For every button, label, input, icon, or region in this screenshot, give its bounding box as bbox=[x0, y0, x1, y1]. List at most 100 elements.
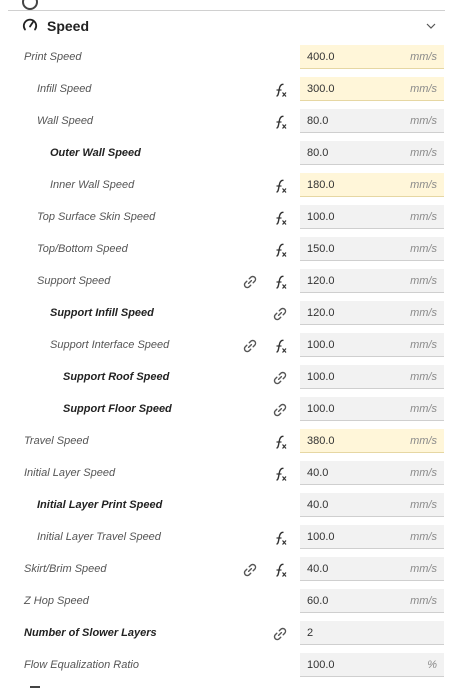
skirt-brim-speed-input[interactable]: 40.0 mm/s bbox=[300, 557, 444, 581]
input-value: 100.0 bbox=[307, 339, 335, 351]
link-icon[interactable] bbox=[241, 337, 259, 355]
input-value: 180.0 bbox=[307, 179, 335, 191]
input-value: 120.0 bbox=[307, 275, 335, 287]
input-unit: mm/s bbox=[410, 467, 437, 479]
input-unit: mm/s bbox=[410, 179, 437, 191]
setting-label: Print Speed bbox=[24, 51, 82, 63]
inner-wall-speed-input[interactable]: 180.0 mm/s bbox=[300, 173, 444, 197]
input-value: 300.0 bbox=[307, 83, 335, 95]
setting-label: Z Hop Speed bbox=[24, 595, 89, 607]
input-value: 100.0 bbox=[307, 211, 335, 223]
function-icon[interactable] bbox=[271, 529, 289, 547]
input-unit: mm/s bbox=[410, 595, 437, 607]
infill-speed-input[interactable]: 300.0 mm/s bbox=[300, 77, 444, 101]
input-unit: mm/s bbox=[410, 563, 437, 575]
setting-row-initial-layer-speed: Initial Layer Speed 40.0 mm/s bbox=[0, 458, 453, 490]
input-unit: mm/s bbox=[410, 499, 437, 511]
link-icon[interactable] bbox=[271, 369, 289, 387]
input-value: 40.0 bbox=[307, 467, 329, 479]
input-unit: mm/s bbox=[410, 435, 437, 447]
setting-row-support-roof-speed: Support Roof Speed 100.0 mm/s bbox=[0, 362, 453, 394]
initial-layer-travel-speed-input[interactable]: 100.0 mm/s bbox=[300, 525, 444, 549]
input-unit: mm/s bbox=[410, 147, 437, 159]
setting-row-support-infill-speed: Support Infill Speed 120.0 mm/s bbox=[0, 298, 453, 330]
input-value: 400.0 bbox=[307, 51, 335, 63]
function-icon[interactable] bbox=[271, 337, 289, 355]
setting-label: Outer Wall Speed bbox=[50, 147, 141, 159]
input-value: 2 bbox=[307, 627, 314, 639]
number-of-slower-layers-input[interactable]: 2 bbox=[300, 621, 444, 645]
setting-row-outer-wall-speed: Outer Wall Speed 80.0 mm/s bbox=[0, 138, 453, 170]
input-value: 80.0 bbox=[307, 147, 329, 159]
function-icon[interactable] bbox=[271, 465, 289, 483]
input-unit: mm/s bbox=[410, 51, 437, 63]
input-value: 150.0 bbox=[307, 243, 335, 255]
function-icon[interactable] bbox=[271, 273, 289, 291]
setting-label: Support Speed bbox=[37, 275, 111, 287]
link-icon[interactable] bbox=[241, 561, 259, 579]
setting-row-top-bottom-speed: Top/Bottom Speed 150.0 mm/s bbox=[0, 234, 453, 266]
input-value: 40.0 bbox=[307, 499, 329, 511]
settings-panel: Speed Print Speed 400.0 mm/s Infill Speed 30… bbox=[0, 0, 453, 692]
setting-row-travel-speed: Travel Speed 380.0 mm/s bbox=[0, 426, 453, 458]
setting-row-support-speed: Support Speed 120.0 mm/s bbox=[0, 266, 453, 298]
function-icon[interactable] bbox=[271, 241, 289, 259]
link-icon[interactable] bbox=[271, 625, 289, 643]
support-roof-speed-input[interactable]: 100.0 mm/s bbox=[300, 365, 444, 389]
z-hop-speed-input[interactable]: 60.0 mm/s bbox=[300, 589, 444, 613]
setting-label: Initial Layer Print Speed bbox=[37, 499, 163, 511]
input-unit: mm/s bbox=[410, 243, 437, 255]
support-interface-speed-input[interactable]: 100.0 mm/s bbox=[300, 333, 444, 357]
setting-row-top-surface-skin-speed: Top Surface Skin Speed 100.0 mm/s bbox=[0, 202, 453, 234]
setting-label: Support Infill Speed bbox=[50, 307, 154, 319]
initial-layer-print-speed-input[interactable]: 40.0 mm/s bbox=[300, 493, 444, 517]
top-bottom-speed-input[interactable]: 150.0 mm/s bbox=[300, 237, 444, 261]
input-unit: mm/s bbox=[410, 307, 437, 319]
setting-row-flow-equalization-ratio: Flow Equalization Ratio 100.0% bbox=[0, 650, 453, 682]
input-unit: mm/s bbox=[410, 115, 437, 127]
section-title: Speed bbox=[47, 18, 90, 34]
travel-speed-input[interactable]: 380.0 mm/s bbox=[300, 429, 444, 453]
setting-row-inner-wall-speed: Inner Wall Speed 180.0 mm/s bbox=[0, 170, 453, 202]
input-value: 100.0 bbox=[307, 371, 335, 383]
function-icon[interactable] bbox=[271, 81, 289, 99]
top-surface-skin-speed-input[interactable]: 100.0 mm/s bbox=[300, 205, 444, 229]
input-value: 100.0 bbox=[307, 531, 335, 543]
setting-label: Top Surface Skin Speed bbox=[37, 211, 156, 223]
setting-label: Number of Slower Layers bbox=[24, 627, 157, 639]
setting-label: Skirt/Brim Speed bbox=[24, 563, 107, 575]
setting-row-skirt-brim-speed: Skirt/Brim Speed 40.0 mm/s bbox=[0, 554, 453, 586]
link-icon[interactable] bbox=[271, 401, 289, 419]
input-unit: mm/s bbox=[410, 211, 437, 223]
flow-equalization-ratio-input[interactable]: 100.0% bbox=[300, 653, 444, 677]
function-icon[interactable] bbox=[271, 177, 289, 195]
setting-row-number-of-slower-layers: Number of Slower Layers 2 bbox=[0, 618, 453, 650]
setting-label: Top/Bottom Speed bbox=[37, 243, 128, 255]
outer-wall-speed-input[interactable]: 80.0 mm/s bbox=[300, 141, 444, 165]
input-value: 40.0 bbox=[307, 563, 329, 575]
setting-label: Support Interface Speed bbox=[50, 339, 170, 351]
input-unit: mm/s bbox=[410, 371, 437, 383]
support-floor-speed-input[interactable]: 100.0 mm/s bbox=[300, 397, 444, 421]
speed-section-header[interactable]: Speed bbox=[0, 12, 453, 42]
setting-row-infill-speed: Infill Speed 300.0 mm/s bbox=[0, 74, 453, 106]
link-icon[interactable] bbox=[241, 273, 259, 291]
setting-label: Travel Speed bbox=[24, 435, 89, 447]
wall-speed-input[interactable]: 80.0 mm/s bbox=[300, 109, 444, 133]
initial-layer-speed-input[interactable]: 40.0 mm/s bbox=[300, 461, 444, 485]
input-unit: mm/s bbox=[410, 403, 437, 415]
print-speed-input[interactable]: 400.0 mm/s bbox=[300, 45, 444, 69]
setting-row-support-floor-speed: Support Floor Speed 100.0 mm/s bbox=[0, 394, 453, 426]
function-icon[interactable] bbox=[271, 561, 289, 579]
function-icon[interactable] bbox=[271, 433, 289, 451]
setting-label: Support Floor Speed bbox=[63, 403, 172, 415]
function-icon[interactable] bbox=[271, 209, 289, 227]
function-icon[interactable] bbox=[271, 113, 289, 131]
chevron-down-icon[interactable] bbox=[425, 20, 437, 32]
partial-icon bbox=[30, 686, 40, 688]
input-value: 80.0 bbox=[307, 115, 329, 127]
link-icon[interactable] bbox=[271, 305, 289, 323]
support-speed-input[interactable]: 120.0 mm/s bbox=[300, 269, 444, 293]
support-infill-speed-input[interactable]: 120.0 mm/s bbox=[300, 301, 444, 325]
divider bbox=[8, 10, 445, 11]
